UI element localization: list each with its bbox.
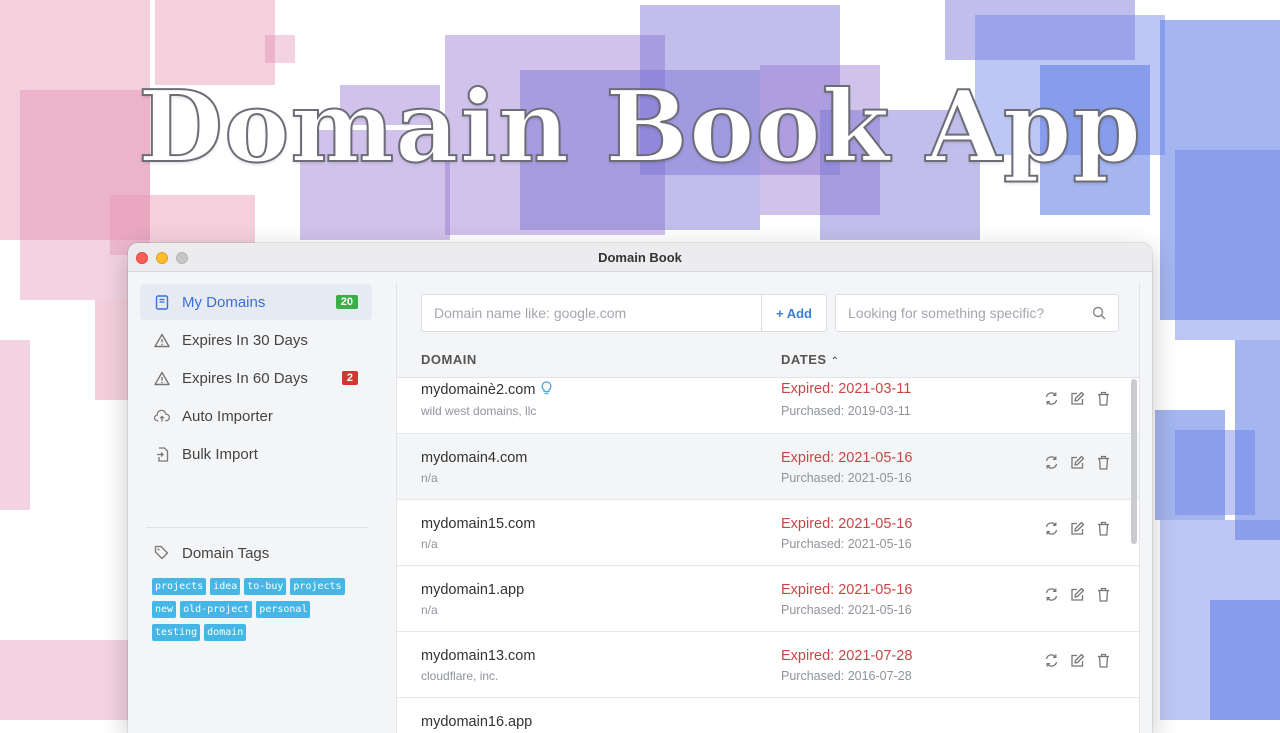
hero-title: Domain Book App — [137, 69, 1142, 186]
registrar: n/a — [421, 471, 438, 485]
purchased-date: Purchased: 2016-07-28 — [781, 669, 912, 683]
app-window: Domain Book My Domains 20 Expires In 30 … — [128, 243, 1152, 733]
refresh-icon[interactable] — [1043, 586, 1060, 603]
registrar: n/a — [421, 603, 438, 617]
sidebar-item-auto-importer[interactable]: Auto Importer — [140, 398, 372, 434]
column-header-domain[interactable]: DOMAIN — [421, 352, 477, 367]
sidebar-item-label: Auto Importer — [182, 407, 273, 425]
expired-date: Expired: 2021-05-16 — [781, 450, 913, 466]
table-row[interactable]: mydomain1.app n/a Expired: 2021-05-16 Pu… — [397, 566, 1139, 632]
row-actions — [1043, 390, 1112, 407]
tag-chip[interactable]: to-buy — [244, 578, 287, 595]
domain-count-badge: 20 — [335, 295, 358, 309]
table-row[interactable]: mydomain15.com n/a Expired: 2021-05-16 P… — [397, 500, 1139, 566]
row-actions — [1043, 652, 1112, 669]
trash-icon[interactable] — [1095, 652, 1112, 669]
tag-icon — [154, 545, 170, 561]
purchased-date: Purchased: 2021-05-16 — [781, 537, 912, 551]
edit-icon[interactable] — [1069, 586, 1086, 603]
edit-icon[interactable] — [1069, 454, 1086, 471]
window-title: Domain Book — [598, 250, 682, 265]
add-domain-button[interactable]: + Add — [761, 294, 827, 332]
search-icon[interactable] — [1092, 306, 1106, 325]
sidebar-item-expires-60[interactable]: Expires In 60 Days 2 — [140, 360, 372, 396]
cloud-upload-icon — [154, 408, 170, 424]
list-scrollbar[interactable] — [1131, 379, 1137, 544]
registrar: n/a — [421, 537, 438, 551]
search-box — [835, 294, 1119, 332]
purchased-date: Purchased: 2019-03-11 — [781, 404, 911, 418]
edit-icon[interactable] — [1069, 520, 1086, 537]
tag-list: projects idea to-buy projects new old-pr… — [152, 578, 362, 641]
expiring-count-badge: 2 — [341, 371, 358, 385]
trash-icon[interactable] — [1095, 454, 1112, 471]
domain-name: mydomain15.com — [421, 516, 536, 532]
sidebar-item-label: Expires In 30 Days — [182, 331, 308, 349]
refresh-icon[interactable] — [1043, 454, 1060, 471]
row-actions — [1043, 520, 1112, 537]
table-row[interactable]: mydomain13.com cloudflare, inc. Expired:… — [397, 632, 1139, 698]
expired-date: Expired: 2021-05-16 — [781, 582, 913, 598]
domain-name-text: mydomainè2.com — [421, 382, 536, 398]
purchased-date: Purchased: 2021-05-16 — [781, 603, 912, 617]
tag-chip[interactable]: projects — [290, 578, 345, 595]
sidebar-item-label: Expires In 60 Days — [182, 369, 308, 387]
trash-icon[interactable] — [1095, 390, 1112, 407]
tag-chip[interactable]: old-project — [180, 601, 253, 618]
sidebar-item-bulk-import[interactable]: Bulk Import — [140, 436, 372, 472]
tag-chip[interactable]: testing — [152, 624, 201, 641]
sidebar-divider — [146, 527, 368, 528]
domain-name: mydomain4.com — [421, 450, 528, 466]
column-header-dates-label: DATES — [781, 352, 827, 367]
tag-chip[interactable]: new — [152, 601, 177, 618]
toolbar: + Add — [397, 283, 1139, 341]
domain-table-body: mydomainè2.com wild west domains, llc Ex… — [397, 378, 1139, 733]
tag-chip[interactable]: personal — [256, 601, 311, 618]
warning-icon — [154, 370, 170, 386]
column-header-dates[interactable]: DATES ⌃ — [781, 352, 840, 367]
table-row[interactable]: mydomain16.app — [397, 698, 1139, 733]
domain-name: mydomainè2.com — [421, 381, 552, 400]
edit-icon[interactable] — [1069, 652, 1086, 669]
sidebar-item-label: My Domains — [182, 293, 266, 311]
edit-icon[interactable] — [1069, 390, 1086, 407]
domain-name: mydomain13.com — [421, 648, 536, 664]
warning-icon — [154, 332, 170, 348]
row-actions — [1043, 586, 1112, 603]
sidebar: My Domains 20 Expires In 30 Days Expires… — [128, 272, 384, 733]
sidebar-item-label: Bulk Import — [182, 445, 258, 463]
tag-chip[interactable]: idea — [210, 578, 241, 595]
tag-chip[interactable]: projects — [152, 578, 207, 595]
domain-tags-label: Domain Tags — [182, 544, 270, 562]
expired-date: Expired: 2021-05-16 — [781, 516, 913, 532]
purchased-date: Purchased: 2021-05-16 — [781, 471, 912, 485]
domain-list-panel: + Add DOMAIN DATES⌃ mydomainè2.com wild … — [396, 283, 1140, 733]
domain-name: mydomain16.app — [421, 714, 533, 730]
trash-icon[interactable] — [1095, 520, 1112, 537]
expired-date: Expired: 2021-07-28 — [781, 648, 913, 664]
expired-date: Expired: 2021-03-11 — [781, 381, 912, 397]
row-actions — [1043, 454, 1112, 471]
table-row[interactable]: mydomain4.com n/a Expired: 2021-05-16 Pu… — [397, 434, 1139, 500]
table-header: DOMAIN DATES ⌃ — [397, 341, 1139, 378]
add-domain-input[interactable] — [421, 294, 761, 332]
registrar: wild west domains, llc — [421, 404, 537, 418]
refresh-icon[interactable] — [1043, 390, 1060, 407]
book-icon — [154, 294, 170, 310]
trash-icon[interactable] — [1095, 586, 1112, 603]
sort-ascending-icon: ⌃ — [830, 356, 840, 367]
tag-chip[interactable]: domain — [204, 624, 247, 641]
sidebar-item-my-domains[interactable]: My Domains 20 — [140, 284, 372, 320]
title-bar[interactable]: Domain Book — [128, 243, 1152, 272]
refresh-icon[interactable] — [1043, 520, 1060, 537]
sidebar-item-expires-30[interactable]: Expires In 30 Days — [140, 322, 372, 358]
refresh-icon[interactable] — [1043, 652, 1060, 669]
domain-tags-heading[interactable]: Domain Tags — [140, 538, 269, 568]
registrar: cloudflare, inc. — [421, 669, 499, 683]
table-row[interactable]: mydomainè2.com wild west domains, llc Ex… — [397, 378, 1139, 434]
search-input[interactable] — [836, 295, 1100, 331]
domain-name: mydomain1.app — [421, 582, 525, 598]
file-import-icon — [154, 446, 170, 462]
lightbulb-icon[interactable] — [541, 381, 552, 400]
